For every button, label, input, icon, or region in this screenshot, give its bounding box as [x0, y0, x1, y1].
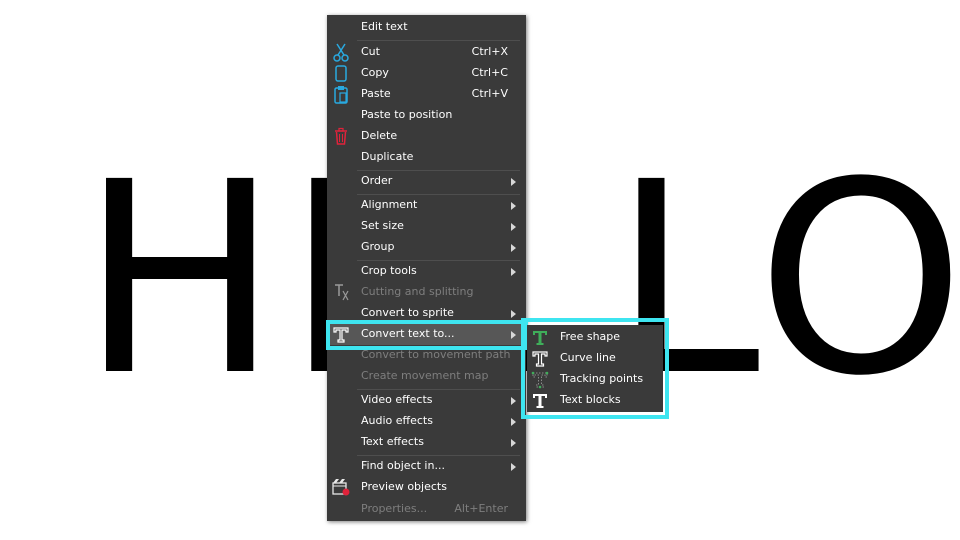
menu-item-label: Find object in...	[361, 459, 445, 472]
menu-item-label: Properties...	[361, 502, 428, 515]
menu-item-label: Paste	[361, 87, 391, 100]
submenu-arrow-icon	[511, 463, 516, 471]
submenu-arrow-icon	[511, 244, 516, 252]
menu-item-cutting-and-splitting[interactable]: Cutting and splitting	[327, 282, 526, 303]
menu-item-delete[interactable]: Delete	[327, 126, 526, 147]
menu-item-set-size[interactable]: Set size	[327, 216, 526, 237]
menu-item-duplicate[interactable]: Duplicate	[327, 147, 526, 168]
submenu-arrow-icon	[511, 202, 516, 210]
menu-item-label: Alignment	[361, 198, 418, 211]
split-icon	[332, 283, 350, 302]
menu-item-copy[interactable]: Copy Ctrl+C	[327, 63, 526, 84]
submenu-arrow-icon	[511, 268, 516, 276]
menu-item-cut[interactable]: Cut Ctrl+X	[327, 42, 526, 63]
menu-item-label: Cutting and splitting	[361, 285, 474, 298]
submenu-arrow-icon	[511, 223, 516, 231]
scissors-icon	[332, 43, 350, 62]
menu-item-label: Video effects	[361, 393, 433, 406]
menu-item-audio-effects[interactable]: Audio effects	[327, 411, 526, 432]
menu-item-label: Edit text	[361, 20, 408, 33]
submenu-arrow-icon	[511, 439, 516, 447]
trash-icon	[332, 127, 350, 146]
menu-item-group[interactable]: Group	[327, 237, 526, 258]
menu-item-video-effects[interactable]: Video effects	[327, 390, 526, 411]
menu-item-crop-tools[interactable]: Crop tools	[327, 261, 526, 282]
context-menu: Edit text Cut Ctrl+X Copy Ctrl+C Paste C…	[327, 15, 526, 521]
submenu-arrow-icon	[511, 310, 516, 318]
menu-item-label: Preview objects	[361, 480, 447, 493]
submenu-arrow-icon	[511, 418, 516, 426]
menu-item-properties[interactable]: Properties... Alt+Enter	[327, 499, 526, 520]
menu-item-label: Set size	[361, 219, 404, 232]
menu-item-label: Crop tools	[361, 264, 417, 277]
menu-item-preview-objects[interactable]: Preview objects	[327, 477, 526, 498]
menu-item-create-movement-map[interactable]: Create movement map	[327, 366, 526, 387]
menu-item-label: Convert to sprite	[361, 306, 454, 319]
menu-item-alignment[interactable]: Alignment	[327, 195, 526, 216]
menu-item-paste[interactable]: Paste Ctrl+V	[327, 84, 526, 105]
highlight-frame-submenu	[521, 318, 669, 419]
menu-item-shortcut: Alt+Enter	[454, 502, 508, 515]
menu-item-shortcut: Ctrl+X	[471, 45, 508, 58]
paste-icon	[332, 85, 350, 104]
menu-item-order[interactable]: Order	[327, 171, 526, 192]
preview-icon	[332, 478, 350, 497]
menu-item-label: Cut	[361, 45, 380, 58]
menu-item-label: Group	[361, 240, 395, 253]
submenu-arrow-icon	[511, 178, 516, 186]
menu-separator	[357, 40, 520, 41]
menu-item-label: Text effects	[361, 435, 424, 448]
menu-item-label: Delete	[361, 129, 398, 142]
menu-item-label: Audio effects	[361, 414, 433, 427]
submenu-arrow-icon	[511, 397, 516, 405]
menu-item-label: Create movement map	[361, 369, 489, 382]
menu-item-label: Copy	[361, 66, 389, 79]
highlight-frame-menu-item	[326, 320, 528, 350]
menu-item-edit-text[interactable]: Edit text	[327, 17, 526, 38]
menu-item-find-object-in[interactable]: Find object in...	[327, 456, 526, 477]
menu-item-label: Duplicate	[361, 150, 414, 163]
menu-item-paste-to-position[interactable]: Paste to position	[327, 105, 526, 126]
copy-icon	[332, 64, 350, 83]
menu-item-label: Paste to position	[361, 108, 453, 121]
menu-item-text-effects[interactable]: Text effects	[327, 432, 526, 453]
menu-item-shortcut: Ctrl+V	[471, 87, 508, 100]
menu-item-shortcut: Ctrl+C	[471, 66, 508, 79]
menu-item-label: Order	[361, 174, 393, 187]
